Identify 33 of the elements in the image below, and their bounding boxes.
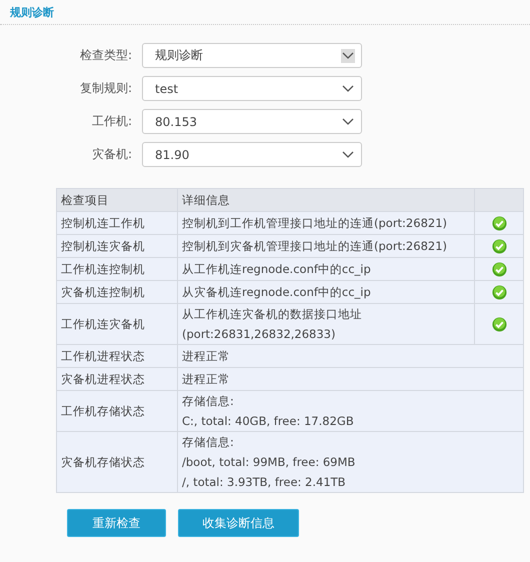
table-cell: 工作机连灾备机 [56,304,178,344]
section-title: 规则诊断 [10,4,54,20]
field-label: 复制规则: [78,80,133,97]
column-header: 检查项目 [56,188,178,212]
table-cell: 工作机连控制机 [56,258,178,280]
table-cell-text: 从工作机连灾备机的数据接口地址 [182,306,363,323]
table-cell: 灾备机存储状态 [56,432,178,492]
table-cell-text: 从灾备机连regnode.conf中的cc_ip [182,284,372,301]
table-cell-text: C:, total: 40GB, free: 17.82GB [182,413,355,430]
table-cell-text: 进程正常 [182,371,231,388]
field-label: 灾备机: [90,146,133,163]
table-cell-text: /, total: 3.93TB, free: 2.41TB [182,474,347,491]
table-cell: 工作机进程状态 [56,344,178,368]
table-cell-text: 从工作机连regnode.conf中的cc_ip [182,261,372,278]
table-cell-text: 控制机到工作机管理接口地址的连通(port:26821) [182,215,448,232]
table-cell: 灾备机连控制机 [56,280,178,304]
table-cell-text: (port:26831,26832,26833) [182,326,336,343]
table-cell-text: 存储信息: [182,434,235,451]
table-cell: 工作机存储状态 [56,390,178,432]
dropdown[interactable]: test [142,76,362,101]
dropdown[interactable]: 81.90 [142,142,362,167]
table-cell: 控制机连灾备机 [56,234,178,258]
field-label: 检查类型: [78,47,133,64]
column-header: 详细信息 [178,188,474,212]
table-cell: 控制机连工作机 [56,212,178,234]
table-cell-text: /boot, total: 99MB, free: 69MB [182,454,356,471]
table-cell-text: 进程正常 [182,348,231,365]
table-cell-text: 存储信息: [182,393,235,410]
dropdown[interactable]: 规则诊断 [142,43,362,68]
table-cell-text: 控制机到灾备机管理接口地址的连通(port:26821) [182,238,448,255]
table-cell: 灾备机进程状态 [56,368,178,390]
dropdown[interactable]: 80.153 [142,109,362,134]
field-label: 工作机: [90,113,133,130]
